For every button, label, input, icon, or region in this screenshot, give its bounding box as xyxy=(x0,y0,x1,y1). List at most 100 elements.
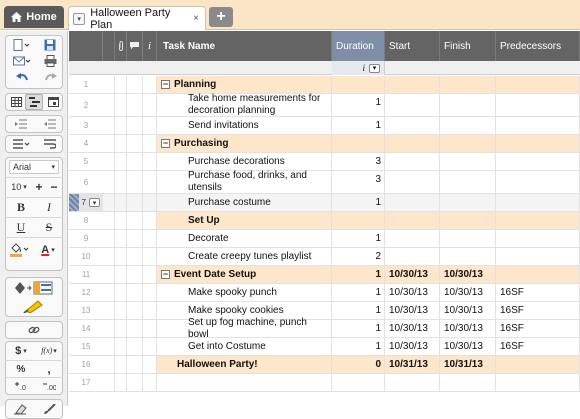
start-date-cell[interactable]: 10/31/13 xyxy=(389,356,441,373)
finish-column-header[interactable]: Finish xyxy=(440,31,496,61)
finish-date-cell[interactable] xyxy=(444,248,496,265)
close-tab-button[interactable]: × xyxy=(193,13,199,24)
calendar-view-button[interactable] xyxy=(44,95,62,109)
row-actions-button[interactable] xyxy=(9,137,35,151)
redo-button[interactable] xyxy=(40,70,60,84)
duration-cell[interactable]: 3 xyxy=(332,171,381,193)
duration-cell[interactable]: 2 xyxy=(332,248,381,265)
task-name-cell[interactable]: − Event Date Setup xyxy=(161,266,328,283)
table-row[interactable]: 11− Event Date Setup 1 10/30/13 10/30/13 xyxy=(69,266,580,284)
formula-button[interactable]: f(x) ▾ xyxy=(36,343,62,358)
row-number[interactable]: 3 xyxy=(69,117,103,134)
text-color-button[interactable]: A ▾ xyxy=(36,242,60,258)
start-date-cell[interactable] xyxy=(389,135,441,152)
start-column-header[interactable]: Start xyxy=(385,31,440,61)
strikethrough-button[interactable]: S xyxy=(39,220,59,234)
start-date-cell[interactable]: 10/30/13 xyxy=(389,320,441,337)
start-date-cell[interactable] xyxy=(389,212,441,229)
start-date-cell[interactable] xyxy=(389,248,441,265)
row-number[interactable]: 7 ▾ xyxy=(69,194,103,211)
predecessors-cell[interactable] xyxy=(500,212,552,229)
underline-button[interactable]: U xyxy=(11,220,31,234)
start-date-cell[interactable] xyxy=(389,153,441,170)
row-number[interactable]: 16 xyxy=(69,356,103,373)
fill-color-button[interactable] xyxy=(8,242,32,258)
row-number[interactable]: 8 xyxy=(69,212,103,229)
start-date-cell[interactable]: 10/30/13 xyxy=(389,302,441,319)
increase-font-button[interactable]: + xyxy=(33,180,45,194)
table-row[interactable]: 12 Make spooky punch 1 10/30/13 10/30/13 16SF xyxy=(69,284,580,302)
duration-cell[interactable] xyxy=(332,135,381,152)
task-name-cell[interactable]: Make spooky punch xyxy=(188,284,328,301)
start-date-cell[interactable] xyxy=(389,230,441,247)
table-row[interactable]: 9 Decorate 1 xyxy=(69,230,580,248)
email-button[interactable] xyxy=(9,54,35,68)
add-tab-button[interactable]: + xyxy=(209,7,233,27)
start-date-cell[interactable] xyxy=(389,194,441,211)
predecessors-cell[interactable] xyxy=(500,117,552,134)
row-number[interactable]: 13 xyxy=(69,302,103,319)
predecessors-cell[interactable] xyxy=(500,266,552,283)
table-row[interactable]: 4 − Purchasing xyxy=(69,135,580,153)
predecessors-cell[interactable] xyxy=(500,153,552,170)
row-number[interactable]: 17 xyxy=(69,374,103,391)
task-name-cell[interactable]: − Planning xyxy=(161,76,328,93)
finish-date-cell[interactable] xyxy=(444,76,496,93)
clear-format-button[interactable] xyxy=(9,402,31,416)
duration-cell[interactable]: 0 xyxy=(332,356,381,373)
predecessors-column-header[interactable]: Predecessors xyxy=(496,31,580,61)
font-size-select[interactable]: 10 ▾ xyxy=(9,180,29,194)
task-name-cell[interactable]: Create creepy tunes playlist xyxy=(188,248,328,265)
duration-cell[interactable]: 1 xyxy=(332,302,381,319)
bold-button[interactable]: B xyxy=(11,200,31,214)
table-row[interactable]: 14 Set up fog machine, punch bowl 1 10/30/1… xyxy=(69,317,580,340)
table-row[interactable]: 3 Send invitations 1 xyxy=(69,117,580,135)
wrap-text-button[interactable] xyxy=(40,137,60,151)
start-date-cell[interactable]: 10/30/13 xyxy=(389,338,441,355)
start-date-cell[interactable] xyxy=(389,117,441,134)
task-name-cell[interactable]: Get into Costume xyxy=(188,338,328,355)
predecessors-cell[interactable]: 16SF xyxy=(500,284,552,301)
finish-date-cell[interactable]: 10/30/13 xyxy=(444,302,496,319)
start-date-cell[interactable] xyxy=(389,374,441,391)
grid-view-button[interactable] xyxy=(7,95,25,109)
predecessors-cell[interactable]: 16SF xyxy=(500,338,552,355)
task-name-cell[interactable]: Purchase food, drinks, and utensils xyxy=(188,170,328,193)
row-menu-button[interactable]: ▾ xyxy=(89,198,100,207)
indent-button[interactable] xyxy=(9,117,33,131)
outdent-button[interactable] xyxy=(38,117,62,131)
increase-decimal-button[interactable]: .0 xyxy=(10,379,32,393)
row-number[interactable]: 15 xyxy=(69,338,103,355)
duration-cell[interactable]: 3 xyxy=(332,153,381,170)
finish-date-cell[interactable] xyxy=(444,117,496,134)
row-number[interactable]: 11 xyxy=(69,266,103,283)
task-name-cell[interactable]: Send invitations xyxy=(188,117,328,134)
italic-button[interactable]: I xyxy=(39,200,59,214)
highlight-changes-button[interactable] xyxy=(14,298,54,314)
row-number[interactable]: 5 xyxy=(69,153,103,170)
hyperlink-button[interactable] xyxy=(24,323,44,337)
task-name-column-header[interactable]: Task Name xyxy=(157,31,332,61)
column-menu-button[interactable]: ▾ xyxy=(369,63,380,73)
duration-cell[interactable]: 1 xyxy=(332,338,381,355)
predecessors-cell[interactable] xyxy=(500,171,552,193)
finish-date-cell[interactable]: 10/30/13 xyxy=(444,338,496,355)
task-name-cell[interactable]: Decorate xyxy=(188,230,328,247)
row-number[interactable]: 2 xyxy=(69,94,103,116)
decrease-font-button[interactable]: − xyxy=(48,180,60,194)
predecessors-cell[interactable] xyxy=(500,356,552,373)
task-name-cell[interactable] xyxy=(188,374,328,391)
currency-format-button[interactable]: $ ▾ xyxy=(8,343,34,358)
info-column-header[interactable]: i xyxy=(143,31,157,61)
row-number[interactable]: 1 xyxy=(69,76,103,93)
home-tab[interactable]: Home xyxy=(4,6,64,28)
row-number[interactable]: 10 xyxy=(69,248,103,265)
duration-cell[interactable] xyxy=(332,212,381,229)
finish-date-cell[interactable]: 10/30/13 xyxy=(444,320,496,337)
duration-cell[interactable]: 1 xyxy=(332,284,381,301)
attachment-column-header[interactable] xyxy=(103,31,115,61)
font-family-select[interactable]: Arial ▾ xyxy=(9,160,59,174)
task-name-cell[interactable]: Take home measurements for decoration pl… xyxy=(188,93,328,116)
predecessors-cell[interactable] xyxy=(500,94,552,116)
start-date-cell[interactable]: 10/30/13 xyxy=(389,266,441,283)
